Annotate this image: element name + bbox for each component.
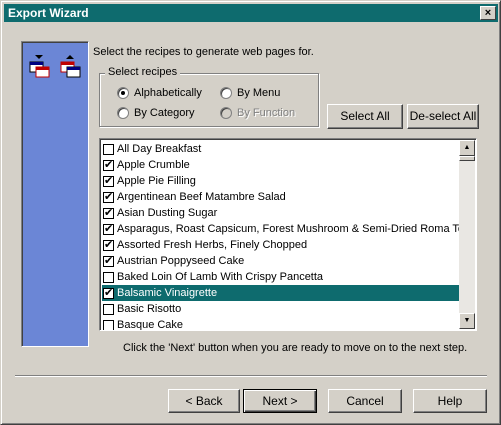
radio-alphabetically[interactable]: Alphabetically	[117, 87, 202, 99]
radio-indicator	[220, 107, 232, 119]
recipe-name: Basque Cake	[117, 319, 184, 331]
recipe-row[interactable]: Basque Cake	[102, 317, 461, 331]
scroll-thumb[interactable]	[459, 156, 475, 161]
list-scrollbar[interactable]: ▲ ▼	[459, 140, 475, 329]
recipe-checkbox[interactable]	[103, 271, 114, 283]
recipe-row[interactable]: Baked Loin Of Lamb With Crispy Pancetta	[102, 269, 461, 285]
radio-by-menu[interactable]: By Menu	[220, 87, 280, 99]
recipe-row[interactable]: All Day Breakfast	[102, 141, 461, 157]
radio-indicator	[117, 107, 129, 119]
recipe-row[interactable]: Asparagus, Roast Capsicum, Forest Mushro…	[102, 221, 461, 237]
cancel-button[interactable]: Cancel	[328, 389, 402, 413]
recipe-row[interactable]: Balsamic Vinaigrette	[102, 285, 461, 301]
recipe-name: Apple Pie Filling	[117, 175, 196, 187]
recipe-row[interactable]: Austrian Poppyseed Cake	[102, 253, 461, 269]
recipe-checkbox[interactable]	[103, 254, 114, 267]
recipe-checkbox[interactable]	[103, 222, 114, 235]
recipe-name: Balsamic Vinaigrette	[117, 287, 218, 299]
recipe-checkbox[interactable]	[103, 143, 114, 155]
recipe-rows: All Day Breakfast Apple Crumble Apple Pie …	[102, 141, 461, 331]
scroll-down-button[interactable]: ▼	[459, 313, 475, 329]
select-recipes-legend: Select recipes	[105, 66, 181, 78]
recipe-list[interactable]: All Day Breakfast Apple Crumble Apple Pie …	[99, 138, 477, 331]
scroll-up-button[interactable]: ▲	[459, 140, 475, 156]
radio-by-category[interactable]: By Category	[117, 107, 195, 119]
side-panel	[21, 41, 89, 347]
recipe-name: Assorted Fresh Herbs, Finely Chopped	[117, 239, 308, 251]
radio-by-function: By Function	[220, 107, 295, 119]
help-button[interactable]: Help	[413, 389, 487, 413]
recipe-name: Apple Crumble	[117, 159, 190, 171]
recipe-checkbox[interactable]	[103, 190, 114, 203]
recipe-row[interactable]: Basic Risotto	[102, 301, 461, 317]
window-title: Export Wizard	[8, 6, 89, 20]
next-step-note: Click the 'Next' button when you are rea…	[123, 342, 468, 354]
recipe-checkbox[interactable]	[103, 319, 114, 330]
recipe-row[interactable]: Asian Dusting Sugar	[102, 205, 461, 221]
recipe-checkbox[interactable]	[103, 238, 114, 251]
next-button[interactable]: Next >	[243, 389, 317, 413]
recipe-name: Basic Risotto	[117, 303, 182, 315]
select-all-button[interactable]: Select All	[327, 104, 403, 129]
recipe-name: All Day Breakfast	[117, 143, 202, 155]
recipe-row[interactable]: Argentinean Beef Matambre Salad	[102, 189, 461, 205]
radio-indicator	[117, 87, 129, 99]
back-button[interactable]: < Back	[168, 389, 240, 413]
recipe-row[interactable]: Apple Pie Filling	[102, 173, 461, 189]
sort-order-icon	[29, 55, 81, 78]
recipe-checkbox[interactable]	[103, 174, 114, 187]
recipe-name: Baked Loin Of Lamb With Crispy Pancetta	[117, 271, 324, 283]
recipe-checkbox[interactable]	[103, 206, 114, 219]
radio-indicator	[220, 87, 232, 99]
radio-label: Alphabetically	[134, 87, 202, 99]
deselect-all-button[interactable]: De-select All	[407, 104, 479, 129]
close-button[interactable]: ×	[480, 6, 496, 20]
recipe-name: Argentinean Beef Matambre Salad	[117, 191, 286, 203]
recipe-checkbox[interactable]	[103, 286, 114, 299]
radio-label: By Category	[134, 107, 195, 119]
radio-label: By Function	[237, 107, 296, 119]
recipe-name: Asian Dusting Sugar	[117, 207, 218, 219]
instruction-text: Select the recipes to generate web pages…	[93, 46, 314, 58]
recipe-name: Asparagus, Roast Capsicum, Forest Mushro…	[117, 223, 461, 235]
recipe-checkbox[interactable]	[103, 303, 114, 315]
recipe-checkbox[interactable]	[103, 158, 114, 171]
radio-label: By Menu	[237, 87, 281, 99]
footer-separator	[15, 375, 487, 377]
export-wizard-window: Export Wizard × Select the recipes to ge…	[0, 0, 501, 425]
recipe-row[interactable]: Assorted Fresh Herbs, Finely Chopped	[102, 237, 461, 253]
recipe-name: Austrian Poppyseed Cake	[117, 255, 245, 267]
recipe-row[interactable]: Apple Crumble	[102, 157, 461, 173]
title-bar[interactable]: Export Wizard ×	[4, 4, 498, 22]
